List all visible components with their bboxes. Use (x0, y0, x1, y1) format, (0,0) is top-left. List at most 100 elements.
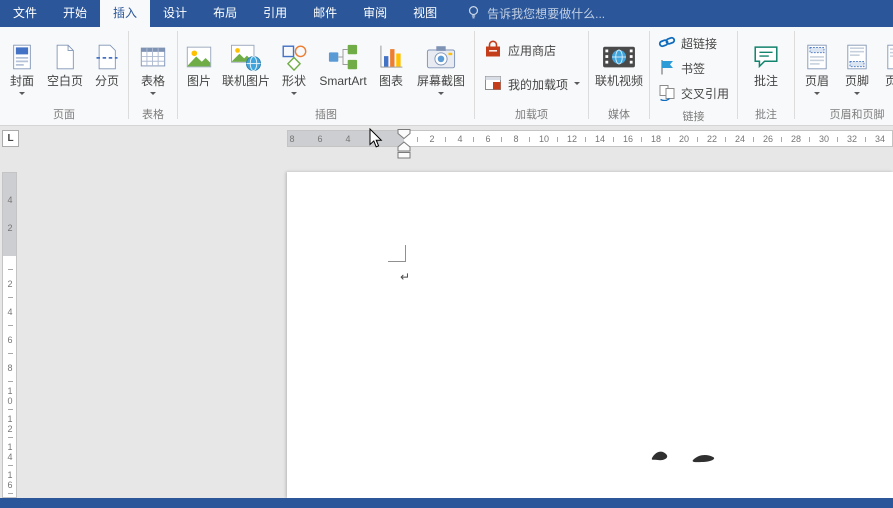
store-icon (483, 39, 503, 62)
online-pictures-button[interactable]: 联机图片 (218, 27, 274, 89)
header-button[interactable]: 页眉 (797, 27, 837, 98)
tell-me-search[interactable]: 告诉我您想要做什么... (466, 0, 605, 27)
my-addins-icon (483, 73, 503, 96)
ink-smudge (692, 453, 718, 464)
first-line-indent-marker (398, 130, 410, 139)
ruler-tick-label: 24 (735, 134, 745, 144)
online-pictures-label: 联机图片 (222, 74, 270, 89)
ruler-tick-label: 2 (5, 279, 14, 289)
cross-reference-button[interactable]: 交叉引用 (654, 81, 733, 106)
tab-insert[interactable]: 插入 (100, 0, 150, 27)
table-button[interactable]: 表格 (131, 27, 175, 98)
ruler-tick-label: 8 (5, 363, 14, 373)
tab-view[interactable]: 视图 (400, 0, 450, 27)
ruler-tick-label: 10 (539, 134, 549, 144)
pictures-button[interactable]: 图片 (180, 27, 218, 89)
header-icon (803, 38, 831, 72)
ruler-tick-label: 4 (5, 195, 14, 205)
smartart-icon (327, 38, 359, 72)
chart-button[interactable]: 图表 (372, 27, 410, 89)
page-break-button[interactable]: 分页 (88, 27, 126, 89)
smartart-label: SmartArt (319, 74, 366, 89)
dropdown-caret-icon (150, 92, 156, 98)
ruler-tick-label: 10 (5, 386, 14, 406)
ribbon-group-links: 超链接 书签 交叉引用 链接 (650, 27, 737, 125)
ruler-tick-label: 14 (5, 442, 14, 462)
shapes-button[interactable]: 形状 (274, 27, 314, 98)
tab-review[interactable]: 审阅 (350, 0, 400, 27)
page-number-icon (883, 38, 893, 72)
table-label: 表格 (141, 74, 165, 89)
vertical-ruler[interactable]: 24246810121416 (2, 172, 17, 498)
ruler-tick-label: 12 (5, 414, 14, 434)
page-number-label: 页码 (885, 74, 893, 89)
new-comment-button[interactable]: 批注 (746, 27, 786, 89)
blank-page-button[interactable]: 空白页 (42, 27, 88, 89)
chart-label: 图表 (379, 74, 403, 89)
cover-page-label: 封面 (10, 74, 34, 89)
tab-file[interactable]: 文件 (0, 0, 50, 27)
ruler-tick-label: 4 (5, 307, 14, 317)
ribbon-group-tables: 表格 表格 (129, 27, 177, 125)
tell-me-placeholder: 告诉我您想要做什么... (487, 5, 605, 22)
dropdown-caret-icon (438, 92, 444, 98)
document-canvas: ↵ (0, 126, 893, 498)
indent-markers[interactable] (397, 129, 412, 159)
page-number-button[interactable]: 页码 (877, 27, 893, 98)
pictures-icon (184, 38, 214, 72)
ruler-tick-label: 6 (317, 134, 322, 144)
ruler-tick-label: 18 (651, 134, 661, 144)
my-addins-button[interactable]: 我的加载项 (479, 71, 584, 98)
ruler-tick-label: 14 (595, 134, 605, 144)
tab-references[interactable]: 引用 (250, 0, 300, 27)
footer-button[interactable]: 页脚 (837, 27, 877, 98)
screenshot-button[interactable]: 屏幕截图 (410, 27, 472, 98)
comment-icon (751, 38, 781, 72)
cover-page-button[interactable]: 封面 (2, 27, 42, 98)
online-pictures-icon (229, 38, 263, 72)
online-video-icon (601, 38, 637, 72)
paragraph-mark: ↵ (400, 270, 410, 284)
group-label-header-footer: 页眉和页脚 (830, 108, 885, 125)
ruler-tick-label: 22 (707, 134, 717, 144)
bookmark-button[interactable]: 书签 (654, 56, 709, 81)
dropdown-caret-icon (291, 92, 297, 98)
text-margin-corner-mark (388, 245, 407, 263)
ruler-tick-label: 30 (819, 134, 829, 144)
ribbon-group-addins: 应用商店 我的加载项 加载项 (475, 27, 588, 125)
table-icon (138, 38, 168, 72)
ruler-tick-label: 8 (289, 134, 294, 144)
lightbulb-icon (466, 4, 481, 23)
mouse-cursor (369, 128, 384, 149)
tab-layout[interactable]: 布局 (200, 0, 250, 27)
footer-icon (843, 38, 871, 72)
hyperlink-icon (658, 33, 676, 54)
pictures-label: 图片 (187, 74, 211, 89)
hyperlink-button[interactable]: 超链接 (654, 31, 721, 56)
ruler-tick-label: 2 (429, 134, 434, 144)
ribbon-group-illustrations: 图片 联机图片 形状 (178, 27, 474, 125)
blank-page-icon (51, 38, 79, 72)
group-label-pages: 页面 (53, 108, 75, 125)
screenshot-label: 屏幕截图 (417, 74, 465, 89)
online-video-label: 联机视频 (595, 74, 643, 89)
ruler-tick-label: 6 (5, 335, 14, 345)
tab-mailings[interactable]: 邮件 (300, 0, 350, 27)
tab-home[interactable]: 开始 (50, 0, 100, 27)
ribbon-group-comments: 批注 批注 (738, 27, 794, 125)
header-label: 页眉 (805, 74, 829, 89)
bookmark-icon (658, 58, 676, 79)
tab-design[interactable]: 设计 (150, 0, 200, 27)
horizontal-ruler[interactable]: 2468246810121416182022242628303234 (0, 130, 893, 147)
store-button[interactable]: 应用商店 (479, 37, 560, 64)
online-video-button[interactable]: 联机视频 (591, 27, 647, 89)
footer-label: 页脚 (845, 74, 869, 89)
cover-page-icon (8, 38, 36, 72)
left-indent-marker (398, 153, 410, 159)
ruler-tick-label: 20 (679, 134, 689, 144)
ribbon: 封面 空白页 分页 页面 (0, 27, 893, 126)
document-page[interactable]: ↵ (287, 172, 893, 498)
group-label-addins: 加载项 (515, 108, 548, 125)
cross-reference-icon (658, 83, 676, 104)
smartart-button[interactable]: SmartArt (314, 27, 372, 89)
